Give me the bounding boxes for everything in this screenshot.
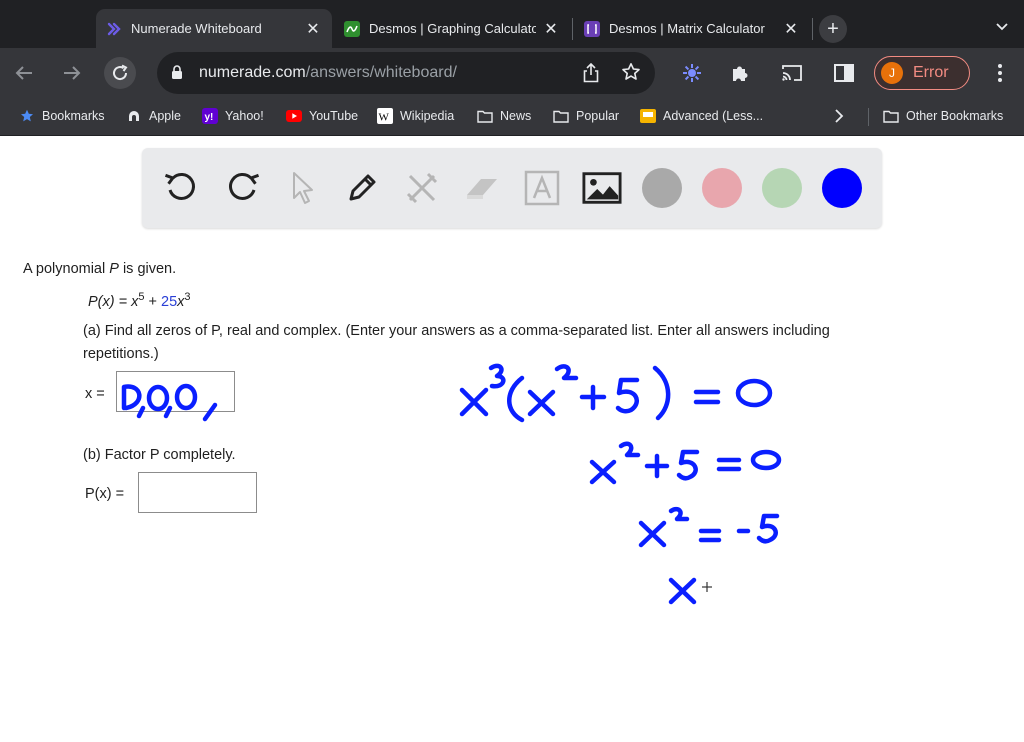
crosshair-cursor-icon bbox=[702, 582, 712, 592]
whiteboard-ink-layer[interactable] bbox=[0, 0, 1024, 742]
ink-factored-equation bbox=[459, 363, 773, 423]
ink-quadratic-equation bbox=[589, 441, 782, 485]
ink-answer-zeros bbox=[121, 383, 218, 422]
ink-x-partial bbox=[668, 577, 697, 605]
ink-square-equation bbox=[638, 506, 780, 548]
